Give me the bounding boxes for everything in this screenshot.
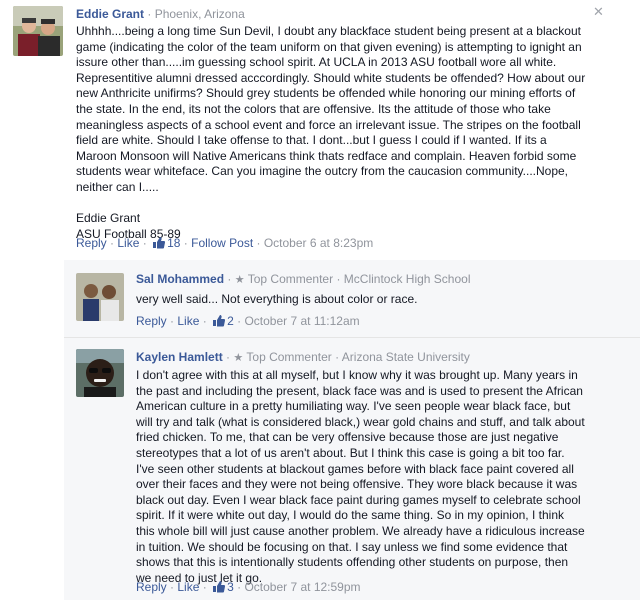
like-link[interactable]: Like — [177, 580, 199, 594]
comment-line: issure other than.....im guessing school… — [76, 55, 557, 70]
avatar[interactable] — [76, 349, 124, 397]
reply-line: in tuition. We should be focusing on tha… — [136, 539, 568, 554]
reply-line: I've seen other students at blackout gam… — [136, 461, 574, 476]
like-link[interactable]: Like — [117, 236, 139, 250]
avatar[interactable] — [76, 273, 124, 321]
author-name[interactable]: Kaylen Hamlett — [136, 350, 223, 364]
reply-body: I don't agree with this at all myself, b… — [136, 368, 616, 586]
separator: · — [147, 7, 152, 21]
comment-line: Representitive alumni dressed acccording… — [76, 70, 586, 85]
reply-actions: Reply · Like · 3 · October 7 at 12:59pm — [136, 580, 361, 596]
comment-line: field are white. Should I take offense t… — [76, 133, 547, 148]
reply-line: will try and talk (what is considered bl… — [136, 414, 585, 429]
reply-line: over their faces and they were not being… — [136, 477, 578, 492]
comment-line: neither can I..... — [76, 179, 159, 194]
comment-line: Maroon Monsoon will Native Americans thi… — [76, 148, 577, 163]
reply-line: spirit. If it were white out day, I woul… — [136, 508, 564, 523]
comment-actions: Reply · Like · 18 · Follow Post · Octobe… — [76, 236, 374, 252]
comment-line: meaningless aspects of a school event an… — [76, 117, 581, 132]
author-location: Phoenix, Arizona — [154, 7, 245, 21]
reply-body: very well said... Not everything is abou… — [136, 292, 616, 308]
star-icon: ★ — [233, 352, 244, 364]
top-commenter-badge: Top Commenter — [246, 350, 332, 364]
reply-line: the past and including the present, blac… — [136, 383, 583, 398]
like-link[interactable]: Like — [177, 314, 199, 328]
comment-line: students wear whiteface. Can you imagine… — [76, 164, 569, 179]
avatar[interactable] — [13, 6, 63, 56]
reply-line: this whole bill will just cause another … — [136, 523, 585, 538]
author-affiliation[interactable]: McClintock High School — [344, 272, 471, 286]
reply-line: very well said... Not everything is abou… — [136, 292, 418, 306]
comment-line — [76, 196, 596, 212]
follow-post-link[interactable]: Follow Post — [191, 236, 253, 250]
timestamp[interactable]: October 7 at 11:12am — [244, 314, 359, 328]
thumbs-up-icon — [152, 236, 166, 252]
close-icon[interactable]: ✕ — [593, 4, 604, 20]
reply-line: stereotypes that a lot of us aren't abou… — [136, 445, 565, 460]
comment-body: Uhhhh....being a long time Sun Devil, I … — [76, 24, 596, 242]
timestamp[interactable]: October 7 at 12:59pm — [244, 580, 360, 594]
comment-line: new Anthricite unifirms? Should grey stu… — [76, 86, 576, 101]
author-name[interactable]: Sal Mohammed — [136, 272, 224, 286]
reply-line: black out day. Even I wear black face pa… — [136, 492, 581, 507]
like-count[interactable]: 2 — [227, 314, 234, 328]
reply-link[interactable]: Reply — [76, 236, 107, 250]
comment-line: the state. In the end, its not the color… — [76, 101, 551, 116]
reply-link[interactable]: Reply — [136, 580, 167, 594]
divider — [64, 337, 640, 338]
thumbs-up-icon — [212, 580, 226, 596]
reply-header: Kaylen Hamlett · ★ Top Commenter · Arizo… — [136, 350, 470, 364]
reply-line: fried chicken. To me, that can be very o… — [136, 430, 559, 445]
thumbs-up-icon — [212, 314, 226, 330]
comment-line: game (indicating the color of the team u… — [76, 39, 582, 54]
author-name[interactable]: Eddie Grant — [76, 7, 144, 21]
signature-name: Eddie Grant — [76, 211, 141, 226]
reply-link[interactable]: Reply — [136, 314, 167, 328]
reply-actions: Reply · Like · 2 · October 7 at 11:12am — [136, 314, 360, 330]
like-count[interactable]: 18 — [167, 236, 180, 250]
reply-line: shows that this is intentionally student… — [136, 555, 569, 570]
author-affiliation[interactable]: Arizona State University — [342, 350, 470, 364]
reply-line: I don't agree with this at all myself, b… — [136, 368, 578, 382]
reply-line: American culture in a pretty humiliating… — [136, 399, 571, 414]
comment-header: Eddie Grant · Phoenix, Arizona — [76, 7, 245, 21]
like-count[interactable]: 3 — [227, 580, 234, 594]
star-icon: ★ — [234, 274, 245, 286]
timestamp[interactable]: October 6 at 8:23pm — [264, 236, 373, 250]
comment-line: Uhhhh....being a long time Sun Devil, I … — [76, 24, 581, 38]
reply-header: Sal Mohammed · ★ Top Commenter · McClint… — [136, 272, 471, 286]
top-commenter-badge: Top Commenter — [247, 272, 334, 286]
